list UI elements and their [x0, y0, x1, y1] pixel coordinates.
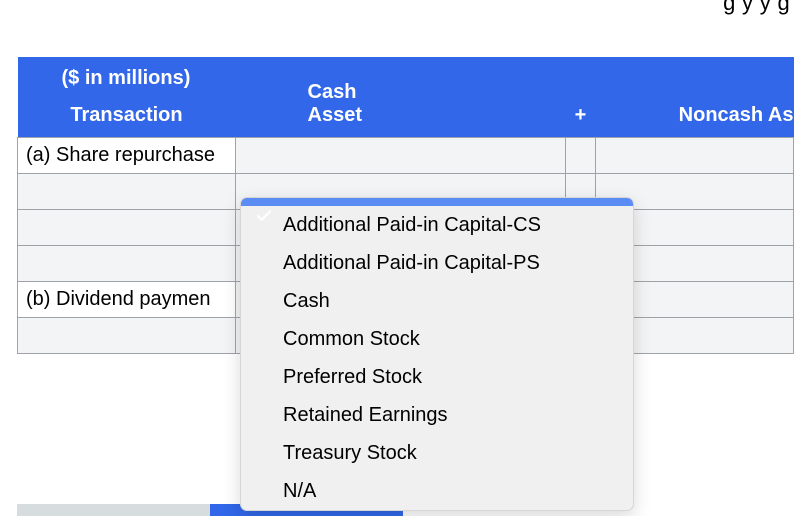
cell-transaction-blank[interactable] [18, 318, 236, 354]
dropdown-option-blank[interactable] [241, 198, 633, 206]
cash-line2: Asset [308, 104, 566, 127]
dropdown-option[interactable]: Cash [241, 282, 633, 320]
cell-transaction-a: (a) Share repurchase [18, 138, 236, 174]
cash-line1: Cash [308, 81, 566, 104]
dropdown-option-label: Treasury Stock [283, 442, 417, 464]
cell-transaction-blank[interactable] [18, 246, 236, 282]
table-row: (a) Share repurchase [18, 138, 794, 174]
header-plus: + [566, 57, 596, 138]
currency-note: ($ in millions) [18, 57, 236, 104]
partial-header-text: g y y g [723, 0, 790, 16]
dropdown-option-label: Cash [283, 290, 330, 312]
pagination-segment-inactive[interactable] [17, 504, 210, 516]
header-noncash: Noncash As [596, 57, 794, 138]
dropdown-option-label: Additional Paid-in Capital-CS [283, 214, 541, 236]
dropdown-option[interactable]: Additional Paid-in Capital-CS [241, 206, 633, 244]
dropdown-option[interactable]: Retained Earnings [241, 396, 633, 434]
cell-transaction-b: (b) Dividend paymen [18, 282, 236, 318]
cell-noncash-a1[interactable] [596, 138, 794, 174]
cell-cash-a1[interactable] [236, 138, 566, 174]
dropdown-option-label: N/A [283, 480, 316, 502]
transaction-header-label: Transaction [18, 104, 236, 127]
header-cash-asset: Cash Asset [236, 57, 566, 138]
dropdown-option[interactable]: Additional Paid-in Capital-PS [241, 244, 633, 282]
dropdown-option[interactable]: Preferred Stock [241, 358, 633, 396]
dropdown-option-label: Retained Earnings [283, 404, 448, 426]
dropdown-option[interactable]: Treasury Stock [241, 434, 633, 472]
cell-plus-a1[interactable] [566, 138, 596, 174]
dropdown-option-label: Preferred Stock [283, 366, 422, 388]
cell-transaction-blank[interactable] [18, 210, 236, 246]
dropdown-option[interactable]: N/A [241, 472, 633, 510]
header-transaction: ($ in millions) Transaction [18, 57, 236, 138]
dropdown-option[interactable]: Common Stock [241, 320, 633, 358]
account-dropdown[interactable]: Additional Paid-in Capital-CS Additional… [240, 197, 634, 511]
dropdown-option-label: Additional Paid-in Capital-PS [283, 252, 540, 274]
table-header: ($ in millions) Transaction Cash Asset +… [18, 57, 794, 138]
cell-transaction-blank[interactable] [18, 174, 236, 210]
dropdown-option-label: Common Stock [283, 328, 420, 350]
